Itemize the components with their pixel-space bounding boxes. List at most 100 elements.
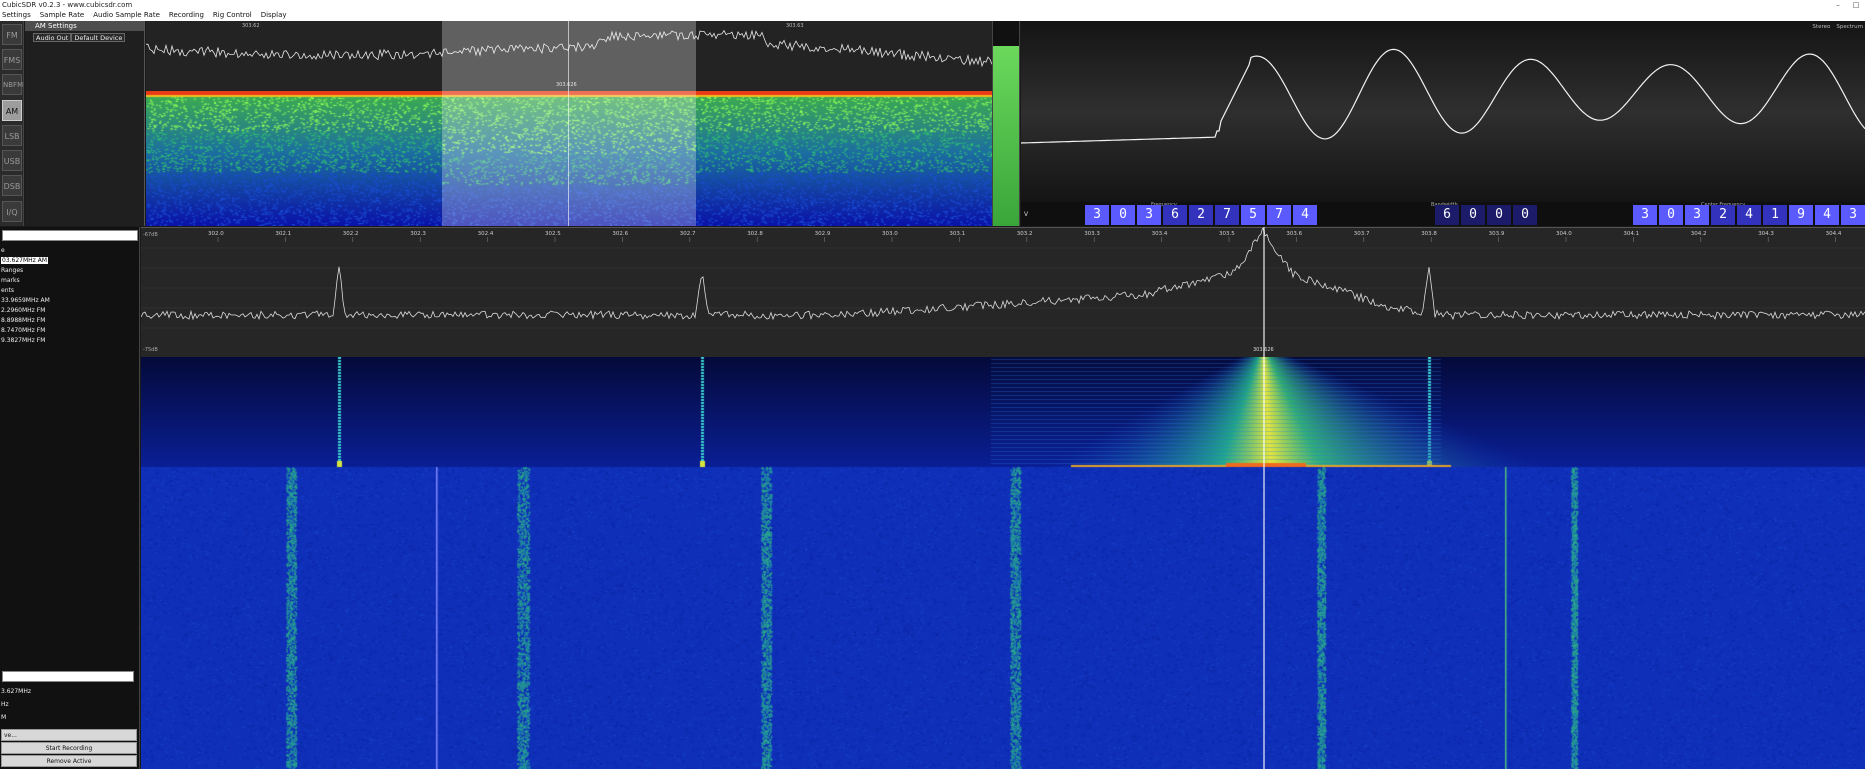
- frequency-tick-label: 302.8: [747, 231, 763, 237]
- modem-button-fms[interactable]: FMS: [2, 49, 22, 70]
- frequency-tick-label: 302.1: [275, 231, 291, 237]
- modem-button-iq[interactable]: I/Q: [2, 201, 22, 222]
- modem-button-dsb[interactable]: DSB: [2, 175, 22, 196]
- menu-settings[interactable]: Settings: [2, 10, 31, 21]
- frequency-digit[interactable]: 0: [1461, 205, 1485, 225]
- demod-center-cursor[interactable]: [568, 21, 569, 226]
- frequency-tick-label: 302.0: [208, 231, 224, 237]
- modem-selector: FM FMS NBFM AM LSB USB DSB I/Q: [0, 21, 24, 226]
- frequency-digit[interactable]: 2: [1711, 205, 1735, 225]
- menu-bar: Settings Sample Rate Audio Sample Rate R…: [0, 10, 1865, 21]
- start-recording-button[interactable]: Start Recording: [1, 742, 137, 754]
- frequency-tick-label: 302.5: [545, 231, 561, 237]
- window-title: CubicSDR v0.2.3 - www.cubicsdr.com: [2, 1, 133, 9]
- bookmark-list-item[interactable]: Ranges: [1, 267, 23, 274]
- frequency-tick-label: 304.3: [1758, 231, 1774, 237]
- modem-button-nbfm[interactable]: NBFM: [2, 74, 23, 95]
- demod-right-label: 303.63: [786, 23, 804, 29]
- frequency-digit[interactable]: 0: [1513, 205, 1537, 225]
- bookmark-label-input[interactable]: [2, 671, 134, 682]
- modem-button-lsb[interactable]: LSB: [2, 125, 22, 146]
- bookmark-list-item[interactable]: 33.9659MHz AM: [1, 297, 50, 304]
- frequency-tick-label: 302.2: [343, 231, 359, 237]
- frequency-digit[interactable]: 0: [1111, 205, 1135, 225]
- frequency-digit[interactable]: 6: [1163, 205, 1187, 225]
- audio-out-label: Audio Out: [33, 33, 72, 42]
- frequency-tick-label: 303.5: [1219, 231, 1235, 237]
- frequency-tick-label: 302.9: [815, 231, 831, 237]
- frequency-tick-label: 304.0: [1556, 231, 1572, 237]
- bookmark-list-item[interactable]: marks: [1, 277, 20, 284]
- frequency-tick-label: 304.1: [1623, 231, 1639, 237]
- frequency-digit[interactable]: 3: [1085, 205, 1109, 225]
- frequency-digit[interactable]: 2: [1189, 205, 1213, 225]
- main-spectrum-trace: [141, 228, 1865, 321]
- menu-recording[interactable]: Recording: [169, 10, 204, 21]
- db-top-label: -67dB: [143, 232, 158, 238]
- remove-active-button[interactable]: Remove Active: [1, 755, 137, 767]
- active-frequency: 3.627MHz: [1, 688, 32, 695]
- frequency-digit[interactable]: 5: [1241, 205, 1265, 225]
- bookmark-search-input[interactable]: [2, 230, 138, 241]
- main-center-cursor[interactable]: [1263, 227, 1265, 769]
- maximize-icon[interactable]: □: [1849, 0, 1863, 10]
- demod-left-label: 303.62: [242, 23, 260, 29]
- menu-audio-sample-rate[interactable]: Audio Sample Rate: [93, 10, 160, 21]
- title-bar: CubicSDR v0.2.3 - www.cubicsdr.com – □: [0, 0, 1865, 10]
- frequency-tick-label: 303.0: [882, 231, 898, 237]
- frequency-digit[interactable]: 0: [1487, 205, 1511, 225]
- frequency-digit[interactable]: 3: [1685, 205, 1709, 225]
- menu-rig-control[interactable]: Rig Control: [213, 10, 252, 21]
- modem-button-am[interactable]: AM: [2, 100, 22, 121]
- signal-level-fill: [993, 45, 1019, 226]
- frequency-tick-label: 304.4: [1826, 231, 1842, 237]
- frequency-tick-label: 303.1: [949, 231, 965, 237]
- frequency-digit[interactable]: 3: [1633, 205, 1657, 225]
- v-label: V: [1024, 211, 1029, 218]
- main-spectrum[interactable]: 302.0 302.1 302.2 302.3 302.4 302.5 302.6 302.7…: [141, 227, 1865, 357]
- frequency-digit[interactable]: 7: [1267, 205, 1291, 225]
- active-bandwidth: Hz: [1, 701, 9, 708]
- bookmark-list-item[interactable]: e: [1, 247, 5, 254]
- audio-out-select[interactable]: Default Device: [71, 33, 126, 42]
- audio-out-row: Audio Out Default Device: [33, 33, 126, 42]
- frequency-digit[interactable]: 4: [1815, 205, 1839, 225]
- frequency-digit[interactable]: 9: [1789, 205, 1813, 225]
- db-bottom-label: -75dB: [143, 347, 158, 353]
- scope-label-spectrum[interactable]: Spectrum: [1836, 24, 1863, 30]
- frequency-bar: Frequency Bandwidth Center Frequency V 3…: [1021, 202, 1865, 226]
- frequency-digit[interactable]: 1: [1763, 205, 1787, 225]
- frequency-digit[interactable]: 3: [1841, 205, 1865, 225]
- frequency-digit[interactable]: 6: [1435, 205, 1459, 225]
- frequency-digit[interactable]: 4: [1737, 205, 1761, 225]
- frequency-tick-label: 303.4: [1152, 231, 1168, 237]
- frequency-tick-label: 303.9: [1489, 231, 1505, 237]
- save-dropdown[interactable]: ve...: [1, 729, 137, 741]
- bookmark-list-item[interactable]: 8.7470MHz FM: [1, 327, 45, 334]
- frequency-tick-label: 304.2: [1691, 231, 1707, 237]
- frequency-tick-label: 302.4: [478, 231, 494, 237]
- bookmark-list-item[interactable]: ents: [1, 287, 14, 294]
- frequency-tick-label: 303.7: [1354, 231, 1370, 237]
- main-waterfall[interactable]: [141, 357, 1865, 769]
- frequency-digit[interactable]: 7: [1215, 205, 1239, 225]
- modem-button-fm[interactable]: FM: [2, 24, 22, 45]
- frequency-tick-label: 303.8: [1421, 231, 1437, 237]
- bookmark-list-item[interactable]: 2.2960MHz FM: [1, 307, 45, 314]
- active-modulation: M: [1, 714, 7, 721]
- demod-bandwidth-highlight[interactable]: [442, 21, 696, 226]
- audio-scope: [1021, 21, 1865, 202]
- frequency-tick-label: 303.6: [1286, 231, 1302, 237]
- frequency-digit[interactable]: 0: [1659, 205, 1683, 225]
- frequency-digit[interactable]: 3: [1137, 205, 1161, 225]
- bookmark-list-item[interactable]: 03.627MHz AM: [1, 257, 49, 264]
- menu-display[interactable]: Display: [261, 10, 287, 21]
- signal-level-meter[interactable]: [992, 21, 1020, 226]
- minimize-icon[interactable]: –: [1831, 0, 1845, 10]
- bookmark-list-item[interactable]: 9.3827MHz FM: [1, 337, 45, 344]
- modem-button-usb[interactable]: USB: [2, 150, 22, 171]
- scope-label-stereo[interactable]: Stereo: [1812, 24, 1830, 30]
- bookmark-list-item[interactable]: 8.8988MHz FM: [1, 317, 45, 324]
- menu-sample-rate[interactable]: Sample Rate: [40, 10, 85, 21]
- frequency-digit[interactable]: 4: [1293, 205, 1317, 225]
